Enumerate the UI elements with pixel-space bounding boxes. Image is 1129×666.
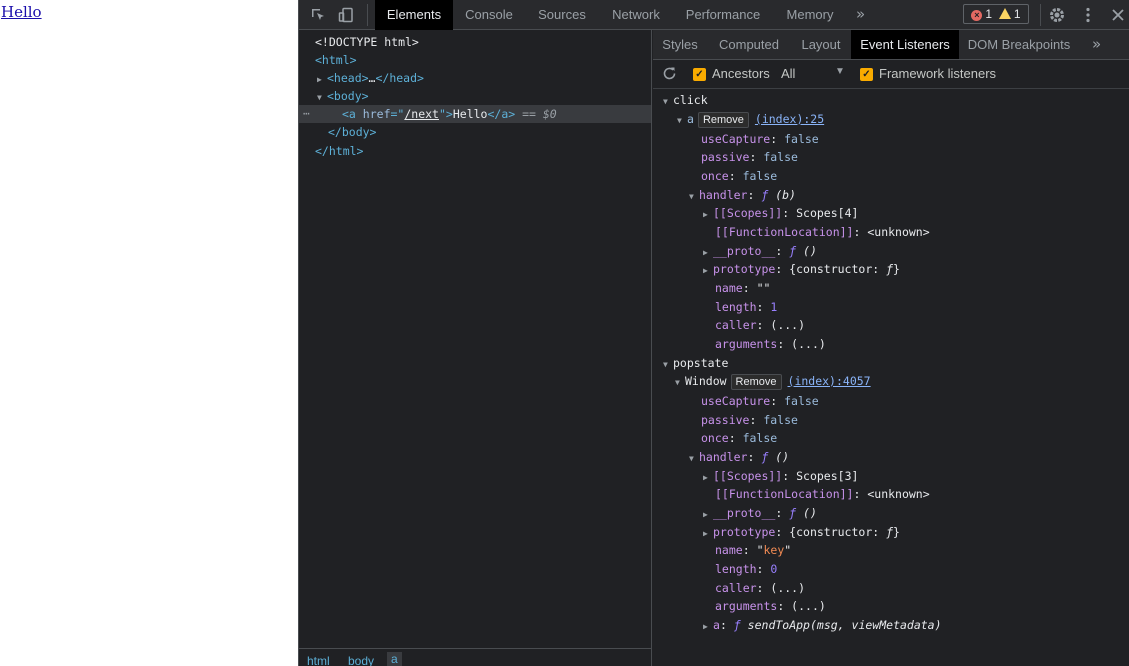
tab-console[interactable]: Console xyxy=(457,0,521,30)
prop-prototype[interactable]: ▶ prototype: {constructor: ƒ} xyxy=(703,523,900,541)
listener-entry-a[interactable]: ▼ a Remove (index):25 xyxy=(677,110,824,128)
prop-passive: passive: false xyxy=(701,150,798,164)
tab-network[interactable]: Network xyxy=(603,0,669,30)
event-listeners-toolbar: ✓ Ancestors All ▼ ✓ Framework listeners xyxy=(653,60,1129,89)
prop-scopes[interactable]: ▶ [[Scopes]]: Scopes[4] xyxy=(703,204,858,222)
prop-arguments[interactable]: arguments: (...) xyxy=(715,597,826,615)
tab-elements[interactable]: Elements xyxy=(375,0,453,30)
dom-node-html-close[interactable]: </html> xyxy=(299,142,651,160)
collapse-triangle-icon[interactable]: ▼ xyxy=(663,93,673,111)
prop-function-location: [[FunctionLocation]]: <unknown> xyxy=(715,225,930,239)
prop-handler[interactable]: ▼ handler: ƒ (b) xyxy=(689,186,796,204)
device-toolbar-icon[interactable] xyxy=(337,6,355,24)
inspect-element-icon[interactable] xyxy=(309,6,327,24)
breadcrumb: html body a xyxy=(299,648,651,666)
ancestors-label: Ancestors xyxy=(712,66,770,81)
dom-node-a-selected[interactable]: ⋯ <a href="/next">Hello</a> == $0 xyxy=(299,105,651,123)
tab-styles[interactable]: Styles xyxy=(657,30,703,59)
warning-count: 1 xyxy=(1013,7,1021,21)
devtools-panel: Elements Console Sources Network Perform… xyxy=(298,0,1129,666)
inspected-page: Hello xyxy=(0,0,298,666)
expand-triangle-icon[interactable]: ▶ xyxy=(703,206,713,224)
tab-event-listeners[interactable]: Event Listeners xyxy=(851,30,959,59)
collapse-triangle-icon[interactable]: ▼ xyxy=(677,112,687,130)
event-group-popstate[interactable]: ▼ popstate xyxy=(663,354,728,372)
collapse-triangle-icon[interactable]: ▼ xyxy=(675,374,685,392)
warning-icon xyxy=(998,8,1011,19)
prop-proto[interactable]: ▶ __proto__: ƒ () xyxy=(703,242,817,260)
more-tabs-chevron-icon[interactable]: » xyxy=(856,0,865,30)
prop-name: name: "key" xyxy=(715,543,792,557)
expand-triangle-icon[interactable]: ▶ xyxy=(703,525,713,543)
error-count: 1 xyxy=(985,7,993,21)
framework-listeners-checkbox[interactable]: ✓ xyxy=(860,68,873,81)
breadcrumb-html[interactable]: html xyxy=(307,654,330,666)
toolbar-separator xyxy=(1040,4,1041,26)
collapse-triangle-icon[interactable]: ▼ xyxy=(689,188,699,206)
elements-tree: <!DOCTYPE html> <html> ▶ <head>…</head> ▼… xyxy=(299,30,652,666)
tab-sources[interactable]: Sources xyxy=(529,0,595,30)
prop-use-capture: useCapture: false xyxy=(701,132,819,146)
source-location-link[interactable]: (index):25 xyxy=(755,112,824,126)
more-sidebar-tabs-chevron-icon[interactable]: » xyxy=(1092,30,1101,60)
dom-node-body-close[interactable]: </body> xyxy=(299,123,651,141)
breadcrumb-body[interactable]: body xyxy=(348,654,374,666)
dom-node-head[interactable]: ▶ <head>…</head> xyxy=(299,69,651,87)
tab-performance[interactable]: Performance xyxy=(679,0,767,30)
prop-caller[interactable]: caller: (...) xyxy=(715,579,805,597)
dom-node-doctype[interactable]: <!DOCTYPE html> xyxy=(299,33,651,51)
elements-sidebar: Styles Computed Layout Event Listeners D… xyxy=(653,30,1129,666)
hello-link[interactable]: Hello xyxy=(1,3,42,21)
prop-length: length: 0 xyxy=(715,562,778,576)
expand-triangle-icon[interactable]: ▶ xyxy=(703,469,713,487)
event-group-click[interactable]: ▼ click xyxy=(663,91,708,109)
more-options-icon[interactable] xyxy=(1079,6,1097,24)
prop-name: name: "" xyxy=(715,281,771,295)
expand-triangle-icon[interactable]: ▶ xyxy=(703,618,713,636)
collapse-triangle-icon[interactable]: ▼ xyxy=(689,450,699,468)
close-icon[interactable] xyxy=(1109,6,1127,24)
gear-icon[interactable] xyxy=(1048,6,1066,24)
listener-entry-window[interactable]: ▼ Window Remove (index):4057 xyxy=(675,372,871,390)
issues-badge[interactable]: × 1 1 xyxy=(963,4,1029,24)
prop-handler[interactable]: ▼ handler: ƒ () xyxy=(689,448,789,466)
prop-scopes[interactable]: ▶ [[Scopes]]: Scopes[3] xyxy=(703,467,858,485)
listener-filter-select[interactable]: All xyxy=(781,66,795,81)
refresh-icon[interactable] xyxy=(662,66,677,84)
dom-node-html[interactable]: <html> xyxy=(299,51,651,69)
prop-function-location: [[FunctionLocation]]: <unknown> xyxy=(715,487,930,501)
prop-proto[interactable]: ▶ __proto__: ƒ () xyxy=(703,504,817,522)
tab-dom-breakpoints[interactable]: DOM Breakpoints xyxy=(963,30,1075,59)
node-actions-icon[interactable]: ⋯ xyxy=(303,105,310,123)
prop-use-capture: useCapture: false xyxy=(701,394,819,408)
prop-a-function[interactable]: ▶ a: ƒ sendToApp(msg, viewMetadata) xyxy=(703,616,942,634)
tab-layout[interactable]: Layout xyxy=(795,30,847,59)
expand-triangle-icon[interactable]: ▶ xyxy=(703,262,713,280)
dom-node-body[interactable]: ▼ <body> xyxy=(299,87,651,105)
framework-listeners-label: Framework listeners xyxy=(879,66,997,81)
breadcrumb-a[interactable]: a xyxy=(387,652,402,666)
prop-arguments[interactable]: arguments: (...) xyxy=(715,335,826,353)
prop-passive: passive: false xyxy=(701,413,798,427)
ancestors-checkbox[interactable]: ✓ xyxy=(693,68,706,81)
remove-listener-button[interactable]: Remove xyxy=(730,374,782,390)
tab-computed[interactable]: Computed xyxy=(711,30,787,59)
toolbar-separator xyxy=(367,4,368,26)
prop-once: once: false xyxy=(701,431,778,445)
expand-triangle-icon[interactable]: ▶ xyxy=(703,506,713,524)
source-location-link[interactable]: (index):4057 xyxy=(788,374,871,388)
prop-once: once: false xyxy=(701,169,778,183)
error-icon: × xyxy=(971,10,983,21)
sidebar-tabs: Styles Computed Layout Event Listeners D… xyxy=(653,30,1129,60)
chevron-down-icon[interactable]: ▼ xyxy=(835,66,845,77)
collapse-triangle-icon[interactable]: ▼ xyxy=(663,356,673,374)
prop-prototype[interactable]: ▶ prototype: {constructor: ƒ} xyxy=(703,260,900,278)
prop-caller[interactable]: caller: (...) xyxy=(715,316,805,334)
devtools-main-toolbar: Elements Console Sources Network Perform… xyxy=(299,0,1129,30)
prop-length: length: 1 xyxy=(715,300,778,314)
remove-listener-button[interactable]: Remove xyxy=(697,112,749,128)
tab-memory[interactable]: Memory xyxy=(777,0,843,30)
